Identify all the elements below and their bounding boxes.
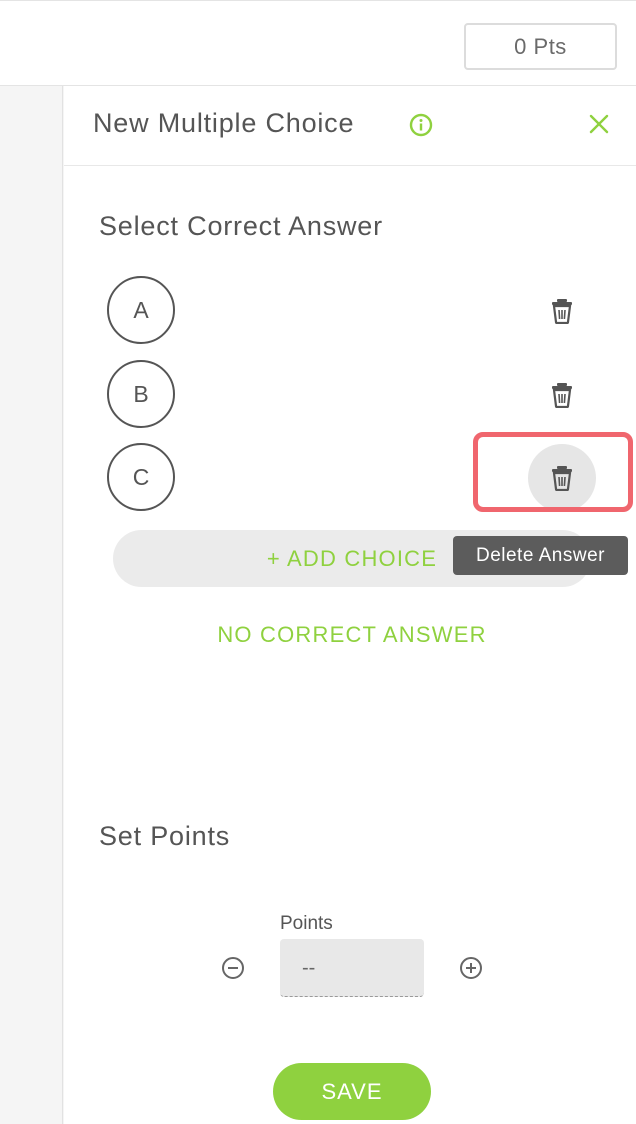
panel-title: New Multiple Choice [93, 108, 355, 138]
info-icon[interactable] [409, 113, 433, 137]
delete-choice-c-button[interactable] [528, 444, 596, 512]
set-points-heading: Set Points [99, 821, 231, 851]
no-correct-answer-link[interactable]: NO CORRECT ANSWER [64, 622, 636, 648]
select-answer-heading: Select Correct Answer [99, 211, 383, 241]
points-badge: 0 Pts [464, 23, 617, 70]
choice-row-a: A [64, 276, 636, 346]
choice-b-button[interactable]: B [107, 360, 175, 428]
points-label: Points [280, 913, 333, 934]
panel-header: New Multiple Choice [64, 86, 636, 166]
choice-row-b: B [64, 360, 636, 430]
left-gutter [0, 86, 63, 1124]
trash-icon [552, 299, 572, 324]
choice-a-button[interactable]: A [107, 276, 175, 344]
choice-c-button[interactable]: C [107, 443, 175, 511]
points-input[interactable]: -- [280, 939, 424, 997]
trash-icon [552, 383, 572, 408]
question-panel: New Multiple Choice Select Correct Answe… [64, 86, 636, 1124]
delete-answer-tooltip: Delete Answer [453, 536, 628, 575]
delete-choice-b-button[interactable] [528, 361, 596, 429]
trash-icon [552, 466, 572, 491]
choice-row-c: C [64, 443, 636, 513]
minus-circle-icon[interactable] [221, 956, 245, 980]
top-bar: 0 Pts [0, 0, 636, 86]
save-button[interactable]: SAVE [273, 1063, 431, 1120]
close-icon[interactable] [586, 111, 612, 137]
delete-choice-a-button[interactable] [528, 277, 596, 345]
plus-circle-icon[interactable] [459, 956, 483, 980]
